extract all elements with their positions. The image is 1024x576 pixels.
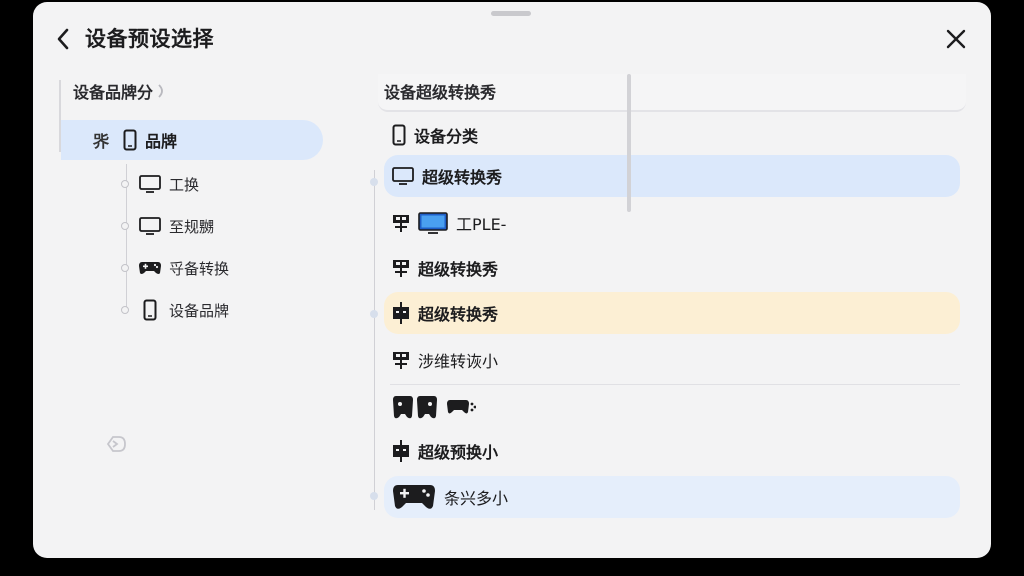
brand-row[interactable]: 㖎 品牌 [61, 120, 323, 160]
monitor-icon [392, 167, 414, 185]
list-item-converter-2[interactable]: 涉维转诙小 [384, 339, 960, 381]
list-item-label: 条兴多小 [444, 489, 509, 508]
tree-item-label: 寽备转换 [169, 259, 230, 278]
list-item-label: 超级预换小 [418, 443, 499, 462]
list-item-converter-1[interactable]: 超级转换秀 [384, 247, 960, 289]
brand-panel-header: 设备品牌分 [73, 82, 167, 105]
tree-item-tv-2[interactable]: 至规嬲 [121, 212, 214, 240]
gamepad-icon [137, 260, 163, 276]
device-glyph-icon [392, 258, 410, 278]
list-node-dot [370, 310, 378, 318]
list-divider [390, 384, 960, 385]
blue-monitor-icon [418, 212, 448, 234]
tree-item-phone[interactable]: 设备品牌 [121, 296, 229, 324]
dual-gamepad-icon [392, 392, 438, 422]
phone-icon [123, 129, 137, 151]
list-item-label: 超级转换秀 [418, 305, 499, 324]
device-glyph-icon [392, 302, 410, 324]
back-button[interactable] [49, 24, 77, 54]
list-item-gamepads[interactable] [384, 386, 960, 428]
device-glyph-icon [392, 350, 410, 370]
close-button[interactable] [941, 24, 971, 54]
tree-node-dot [121, 180, 129, 188]
list-item-highlighted[interactable]: 超级转换秀 [384, 292, 960, 334]
tree-item-tv-1[interactable]: 工换 [121, 170, 199, 198]
list-scrollbar[interactable] [627, 74, 631, 212]
expand-glyph-icon [157, 83, 167, 105]
device-preset-sheet: 设备预设选择 设备品牌分 㖎 品牌 工换 至规嬲 寽备转换 设备品牌 设备超级转… [33, 2, 991, 558]
list-item-converter-3[interactable]: 超级预换小 [384, 430, 960, 472]
phone-icon [392, 124, 406, 146]
page-title: 设备预设选择 [85, 27, 214, 51]
list-connector [374, 170, 375, 510]
brand-panel-title: 设备品牌分 [73, 83, 154, 102]
list-item-label: 超级转换秀 [422, 168, 503, 187]
tree-item-label: 设备品牌 [169, 301, 230, 320]
close-icon [946, 29, 966, 49]
device-glyph-icon [392, 213, 410, 233]
tree-node-dot [121, 306, 129, 314]
list-item-gamepad-bottom[interactable]: 条兴多小 [384, 476, 960, 518]
tree-node-dot [121, 222, 129, 230]
gamepad-icon [446, 397, 476, 417]
list-item-label: 工PLE- [456, 215, 507, 234]
share-glyph-icon[interactable] [103, 432, 129, 460]
device-glyph-icon [392, 440, 410, 462]
brand-row-lead: 㖎 [93, 132, 110, 151]
monitor-icon [137, 175, 163, 193]
phone-icon [137, 299, 163, 321]
monitor-icon [137, 217, 163, 235]
device-list-panel: 设备超级转换秀 设备分类 超级转换秀 工PLE- 超级转换秀 超级转换秀 涉维转… [370, 74, 974, 534]
brand-category-panel: 设备品牌分 㖎 品牌 工换 至规嬲 寽备转换 设备品牌 [59, 74, 359, 534]
list-item-label: 超级转换秀 [418, 260, 499, 279]
list-panel-title: 设备超级转换秀 [384, 83, 497, 102]
chevron-left-icon [57, 28, 69, 50]
list-item-label: 涉维转诙小 [418, 352, 499, 371]
tree-item-label: 工换 [169, 175, 200, 194]
gamepad-icon [392, 482, 436, 512]
list-item-category[interactable]: 设备分类 [384, 114, 960, 156]
tree-item-label: 至规嬲 [169, 217, 215, 236]
list-node-dot [370, 178, 378, 186]
tree-node-dot [121, 264, 129, 272]
list-item-selected[interactable]: 超级转换秀 [384, 155, 960, 197]
list-header-card: 设备超级转换秀 [378, 74, 966, 112]
brand-row-label: 品牌 [145, 132, 178, 151]
tree-item-gamepad[interactable]: 寽备转换 [121, 254, 229, 282]
list-node-dot [370, 492, 378, 500]
sheet-grabber[interactable] [491, 11, 531, 16]
list-item-tv-model[interactable]: 工PLE- [384, 202, 960, 244]
list-item-label: 设备分类 [414, 127, 479, 146]
